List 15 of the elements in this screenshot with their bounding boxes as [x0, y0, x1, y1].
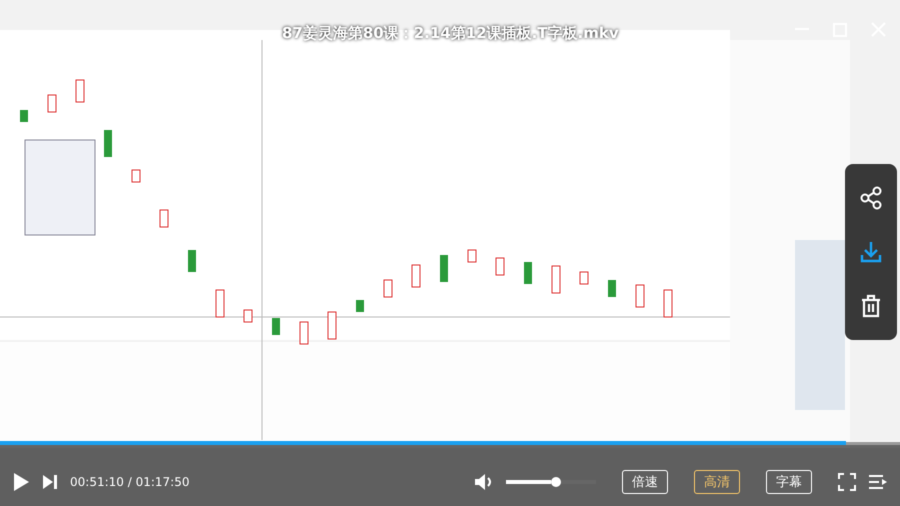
quality-button[interactable]: 高清 [694, 470, 740, 494]
volume-icon[interactable] [474, 473, 494, 491]
next-icon[interactable] [42, 474, 58, 490]
trash-icon[interactable] [861, 294, 881, 318]
volume-slider[interactable] [506, 480, 551, 484]
playlist-icon[interactable] [868, 474, 888, 490]
share-icon[interactable] [860, 186, 882, 210]
download-icon[interactable] [860, 240, 882, 263]
fullscreen-icon[interactable] [838, 473, 856, 491]
slider-thumb[interactable] [551, 477, 561, 487]
time-display: 00:51:10 / 01:17:50 [70, 475, 190, 489]
subtitle-button[interactable]: 字幕 [766, 470, 812, 494]
video-title: 87姜灵海第80课：2.14第12课插板.T字板.mkv [282, 24, 619, 43]
speed-button[interactable]: 倍速 [622, 470, 668, 494]
play-icon[interactable] [12, 472, 30, 492]
